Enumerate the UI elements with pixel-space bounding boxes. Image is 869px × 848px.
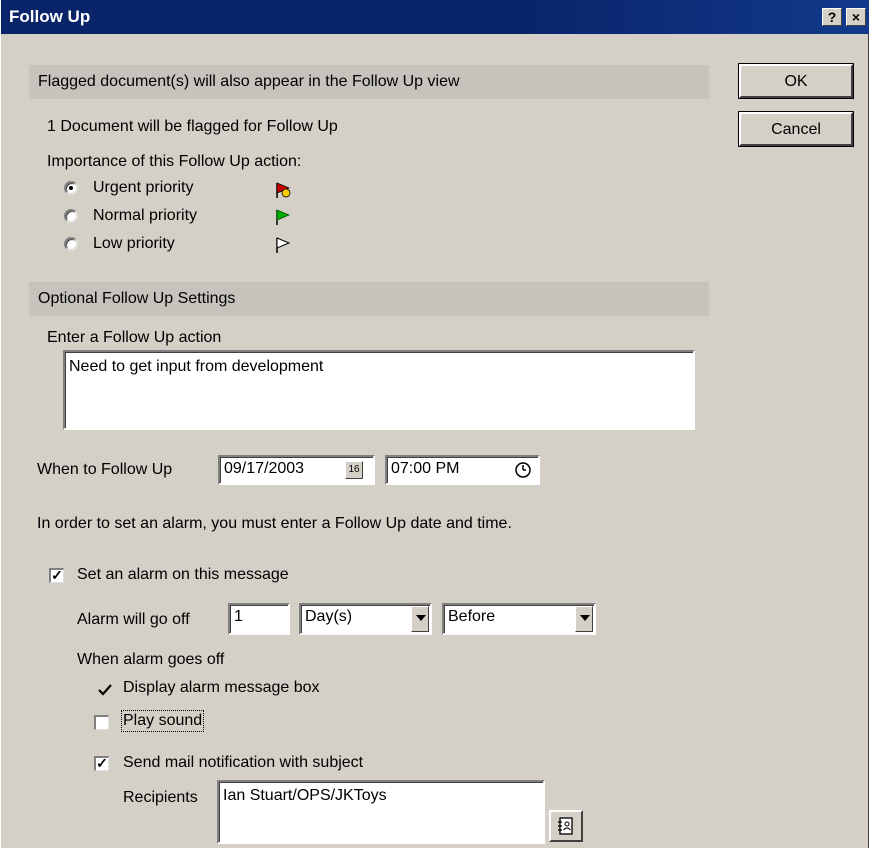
normal-flag-icon xyxy=(276,209,291,225)
recipients-label: Recipients xyxy=(123,789,198,806)
chevron-down-icon[interactable] xyxy=(411,606,429,632)
alarm-offset-input[interactable]: 1 xyxy=(228,603,290,635)
display-alarm-box-label: Display alarm message box xyxy=(123,679,320,696)
address-book-icon xyxy=(558,817,573,835)
urgent-label: Urgent priority xyxy=(93,179,194,196)
play-sound-checkbox[interactable] xyxy=(94,715,109,730)
ok-button[interactable]: OK xyxy=(738,63,854,99)
close-button[interactable]: × xyxy=(846,8,866,26)
normal-radio[interactable] xyxy=(64,209,78,223)
follow-up-date-value: 09/17/2003 xyxy=(224,460,305,477)
help-button[interactable]: ? xyxy=(822,8,842,26)
banner-text: Flagged document(s) will also appear in … xyxy=(38,73,460,90)
clock-icon[interactable] xyxy=(513,460,533,480)
normal-label: Normal priority xyxy=(93,207,198,224)
check-mark-icon xyxy=(98,684,112,696)
optional-settings-title: Optional Follow Up Settings xyxy=(38,290,236,307)
alarm-requirement-note: In order to set an alarm, you must enter… xyxy=(37,515,512,532)
low-radio[interactable] xyxy=(64,237,78,251)
send-mail-label: Send mail notification with subject xyxy=(123,754,364,771)
urgent-radio[interactable] xyxy=(64,181,78,195)
optional-settings-banner: Optional Follow Up Settings xyxy=(29,282,709,316)
window-title: Follow Up xyxy=(9,7,91,26)
follow-up-view-banner: Flagged document(s) will also appear in … xyxy=(29,65,709,99)
alarm-go-off-label: Alarm will go off xyxy=(77,611,190,628)
document-count-text: 1 Document will be flagged for Follow Up xyxy=(47,118,338,135)
when-alarm-goes-off-label: When alarm goes off xyxy=(77,651,225,668)
recipients-input[interactable]: Ian Stuart/OPS/JKToys xyxy=(217,780,545,844)
follow-up-action-input[interactable]: Need to get input from development xyxy=(63,350,695,430)
address-book-button[interactable] xyxy=(549,810,583,842)
low-flag-icon xyxy=(276,237,291,253)
alarm-relation-select[interactable]: Before xyxy=(442,603,596,635)
calendar-icon[interactable]: 16 xyxy=(345,461,363,479)
send-mail-checkbox[interactable]: ✓ xyxy=(94,756,109,771)
alarm-unit-select[interactable]: Day(s) xyxy=(299,603,432,635)
alarm-unit-value: Day(s) xyxy=(305,608,353,625)
follow-up-dialog: Follow Up ? × Flagged document(s) will a… xyxy=(0,0,869,848)
when-to-follow-up-label: When to Follow Up xyxy=(37,461,173,478)
alarm-relation-value: Before xyxy=(448,608,496,625)
importance-label: Importance of this Follow Up action: xyxy=(47,153,302,170)
set-alarm-label: Set an alarm on this message xyxy=(77,566,289,583)
set-alarm-checkbox[interactable]: ✓ xyxy=(49,568,64,583)
cancel-button[interactable]: Cancel xyxy=(738,111,854,147)
follow-up-action-label: Enter a Follow Up action xyxy=(47,329,222,346)
low-label: Low priority xyxy=(93,235,175,252)
follow-up-time-value: 07:00 PM xyxy=(391,460,460,477)
chevron-down-icon[interactable] xyxy=(575,606,593,632)
urgent-flag-icon xyxy=(276,182,291,198)
play-sound-label[interactable]: Play sound xyxy=(120,710,205,732)
title-bar[interactable]: Follow Up ? × xyxy=(1,0,869,34)
